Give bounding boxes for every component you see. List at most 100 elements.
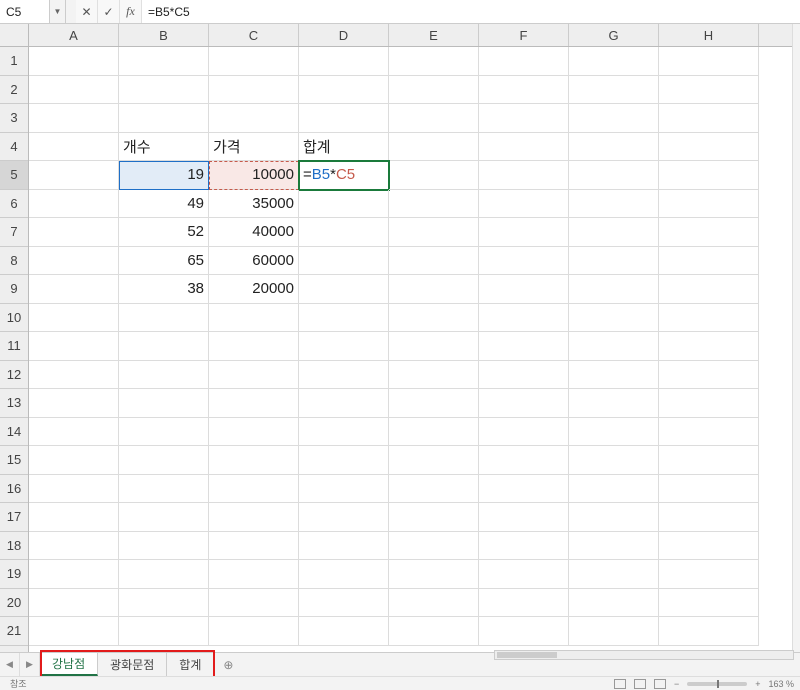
cell-H20[interactable] xyxy=(659,589,759,618)
cell-D4[interactable]: 합계 xyxy=(299,133,389,162)
cell-G14[interactable] xyxy=(569,418,659,447)
cell-G18[interactable] xyxy=(569,532,659,561)
cell-A11[interactable] xyxy=(29,332,119,361)
row-header-11[interactable]: 11 xyxy=(0,332,28,361)
cell-G10[interactable] xyxy=(569,304,659,333)
cell-D6[interactable] xyxy=(299,190,389,219)
cell-C9[interactable]: 20000 xyxy=(209,275,299,304)
cell-H7[interactable] xyxy=(659,218,759,247)
row-header-13[interactable]: 13 xyxy=(0,389,28,418)
cell-G15[interactable] xyxy=(569,446,659,475)
cell-G12[interactable] xyxy=(569,361,659,390)
zoom-out-icon[interactable]: − xyxy=(674,679,679,689)
cell-B8[interactable]: 65 xyxy=(119,247,209,276)
cell-E12[interactable] xyxy=(389,361,479,390)
cell-B20[interactable] xyxy=(119,589,209,618)
cell-H4[interactable] xyxy=(659,133,759,162)
cell-C4[interactable]: 가격 xyxy=(209,133,299,162)
view-page-break-icon[interactable] xyxy=(654,679,666,689)
zoom-slider[interactable] xyxy=(687,682,747,686)
cell-F11[interactable] xyxy=(479,332,569,361)
formula-input[interactable]: =B5*C5 xyxy=(142,0,800,23)
cell-E6[interactable] xyxy=(389,190,479,219)
cell-D18[interactable] xyxy=(299,532,389,561)
cell-H6[interactable] xyxy=(659,190,759,219)
cell-F8[interactable] xyxy=(479,247,569,276)
column-header-G[interactable]: G xyxy=(569,24,659,46)
row-header-14[interactable]: 14 xyxy=(0,418,28,447)
cell-D14[interactable] xyxy=(299,418,389,447)
cell-H12[interactable] xyxy=(659,361,759,390)
cancel-formula-button[interactable]: ✕ xyxy=(76,0,98,23)
tab-nav-prev-icon[interactable]: ◀ xyxy=(0,653,20,676)
sheet-tab-1[interactable]: 광화문점 xyxy=(98,653,167,676)
cell-C20[interactable] xyxy=(209,589,299,618)
view-normal-icon[interactable] xyxy=(614,679,626,689)
cell-B3[interactable] xyxy=(119,104,209,133)
add-sheet-button[interactable]: ⊕ xyxy=(214,653,242,676)
sheet-tab-2[interactable]: 합계 xyxy=(167,653,214,676)
cell-G9[interactable] xyxy=(569,275,659,304)
cell-F19[interactable] xyxy=(479,560,569,589)
cell-C3[interactable] xyxy=(209,104,299,133)
cell-B14[interactable] xyxy=(119,418,209,447)
cell-B4[interactable]: 개수 xyxy=(119,133,209,162)
cell-A2[interactable] xyxy=(29,76,119,105)
cell-A14[interactable] xyxy=(29,418,119,447)
cell-E14[interactable] xyxy=(389,418,479,447)
cell-E19[interactable] xyxy=(389,560,479,589)
cell-H9[interactable] xyxy=(659,275,759,304)
cell-B12[interactable] xyxy=(119,361,209,390)
cell-F16[interactable] xyxy=(479,475,569,504)
cell-F5[interactable] xyxy=(479,161,569,190)
cell-C21[interactable] xyxy=(209,617,299,646)
cell-C16[interactable] xyxy=(209,475,299,504)
cell-C19[interactable] xyxy=(209,560,299,589)
cell-B2[interactable] xyxy=(119,76,209,105)
row-header-8[interactable]: 8 xyxy=(0,247,28,276)
cell-A19[interactable] xyxy=(29,560,119,589)
select-all-corner[interactable] xyxy=(0,24,29,47)
cell-C2[interactable] xyxy=(209,76,299,105)
name-box[interactable]: C5 xyxy=(0,0,50,23)
cell-C15[interactable] xyxy=(209,446,299,475)
cell-G1[interactable] xyxy=(569,47,659,76)
cell-A1[interactable] xyxy=(29,47,119,76)
cell-H1[interactable] xyxy=(659,47,759,76)
cell-A3[interactable] xyxy=(29,104,119,133)
cell-A9[interactable] xyxy=(29,275,119,304)
zoom-in-icon[interactable]: + xyxy=(755,679,760,689)
cell-F4[interactable] xyxy=(479,133,569,162)
horizontal-scrollbar-thumb[interactable] xyxy=(497,652,557,658)
cell-E3[interactable] xyxy=(389,104,479,133)
row-header-7[interactable]: 7 xyxy=(0,218,28,247)
row-header-2[interactable]: 2 xyxy=(0,76,28,105)
cell-B21[interactable] xyxy=(119,617,209,646)
cell-G3[interactable] xyxy=(569,104,659,133)
row-header-20[interactable]: 20 xyxy=(0,589,28,618)
view-page-layout-icon[interactable] xyxy=(634,679,646,689)
row-header-5[interactable]: 5 xyxy=(0,161,28,190)
cell-F18[interactable] xyxy=(479,532,569,561)
cell-E1[interactable] xyxy=(389,47,479,76)
column-header-F[interactable]: F xyxy=(479,24,569,46)
cell-E18[interactable] xyxy=(389,532,479,561)
cell-E21[interactable] xyxy=(389,617,479,646)
cell-G16[interactable] xyxy=(569,475,659,504)
row-header-18[interactable]: 18 xyxy=(0,532,28,561)
cell-B6[interactable]: 49 xyxy=(119,190,209,219)
cell-A6[interactable] xyxy=(29,190,119,219)
cell-E10[interactable] xyxy=(389,304,479,333)
cell-H18[interactable] xyxy=(659,532,759,561)
tab-nav-next-icon[interactable]: ▶ xyxy=(20,653,40,676)
cell-E2[interactable] xyxy=(389,76,479,105)
cell-B13[interactable] xyxy=(119,389,209,418)
cell-D12[interactable] xyxy=(299,361,389,390)
column-header-A[interactable]: A xyxy=(29,24,119,46)
cell-D11[interactable] xyxy=(299,332,389,361)
cell-H8[interactable] xyxy=(659,247,759,276)
cell-D9[interactable] xyxy=(299,275,389,304)
cell-A7[interactable] xyxy=(29,218,119,247)
cell-G5[interactable] xyxy=(569,161,659,190)
cell-A13[interactable] xyxy=(29,389,119,418)
